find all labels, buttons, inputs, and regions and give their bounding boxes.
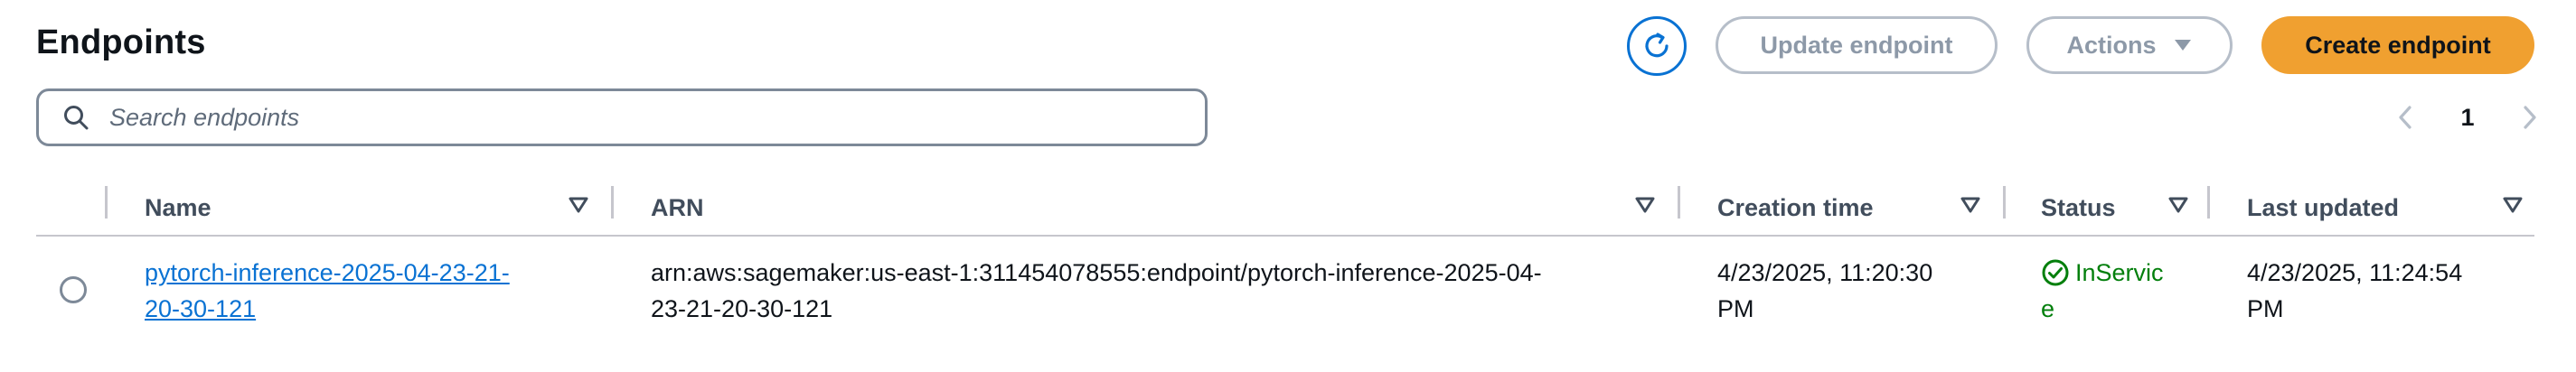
column-header-label: Name [145,193,212,221]
arn-cell: arn:aws:sagemaker:us-east-1:311454078555… [651,255,1542,327]
create-endpoint-button[interactable]: Create endpoint [2261,16,2534,74]
endpoint-name-cell: pytorch-inference-2025-04-23-21- 20-30-1… [145,255,510,327]
endpoint-name-line-1: pytorch-inference-2025-04-23-21- [145,259,510,286]
sort-icon[interactable] [568,195,589,215]
column-header-status[interactable]: Status [2041,181,2116,235]
column-header-arn[interactable]: ARN [651,181,704,235]
column-divider [1678,186,1680,219]
last-updated-cell: 4/23/2025, 11:24:54 PM [2247,255,2462,327]
actions-dropdown-button[interactable]: Actions [2026,16,2233,74]
chevron-left-icon[interactable] [2395,104,2415,131]
row-select-radio[interactable] [60,276,87,303]
column-header-label: Creation time [1717,193,1874,221]
arn-line-1: arn:aws:sagemaker:us-east-1:311454078555… [651,259,1542,286]
sort-icon[interactable] [1634,195,1656,215]
column-header-label: Status [2041,193,2116,221]
creation-time-line-2: PM [1717,295,1754,322]
status-text-line-1: InServic [2075,259,2164,286]
column-header-creation-time[interactable]: Creation time [1717,181,1874,235]
last-updated-line-2: PM [2247,295,2284,322]
search-icon [64,106,89,130]
sort-icon[interactable] [2167,195,2189,215]
column-divider [105,186,108,219]
column-header-last-updated[interactable]: Last updated [2247,181,2399,235]
table-header: Name ARN Creation time Status Last updat… [36,181,2534,237]
column-divider [2207,186,2210,219]
status-badge: InServic e [2041,255,2164,327]
status-success-icon [2042,259,2069,286]
creation-time-line-1: 4/23/2025, 11:20:30 [1717,259,1933,286]
last-updated-line-1: 4/23/2025, 11:24:54 [2247,259,2463,286]
column-header-label: Last updated [2247,193,2400,221]
search-field [36,88,1208,146]
arn-line-2: 23-21-20-30-121 [651,295,833,322]
column-divider [611,186,614,219]
actions-label: Actions [2066,31,2157,59]
page-title: Endpoints [36,23,206,61]
column-header-name[interactable]: Name [145,181,212,235]
endpoint-name-link[interactable]: pytorch-inference-2025-04-23-21- 20-30-1… [145,259,510,322]
refresh-icon [1645,33,1669,58]
refresh-button[interactable] [1627,16,1687,76]
creation-time-cell: 4/23/2025, 11:20:30 PM [1717,255,1932,327]
search-input[interactable] [109,103,1205,132]
endpoint-name-line-2: 20-30-121 [145,295,257,322]
status-text-line-2: e [2041,295,2055,322]
sort-icon[interactable] [2502,195,2524,215]
update-endpoint-button[interactable]: Update endpoint [1716,16,1998,74]
chevron-right-icon[interactable] [2520,104,2540,131]
caret-down-icon [2174,40,2191,51]
sort-icon[interactable] [1960,195,1981,215]
pagination: 1 [2395,98,2540,137]
current-page-number[interactable]: 1 [2460,104,2474,132]
column-divider [2003,186,2006,219]
column-header-label: ARN [651,193,704,221]
